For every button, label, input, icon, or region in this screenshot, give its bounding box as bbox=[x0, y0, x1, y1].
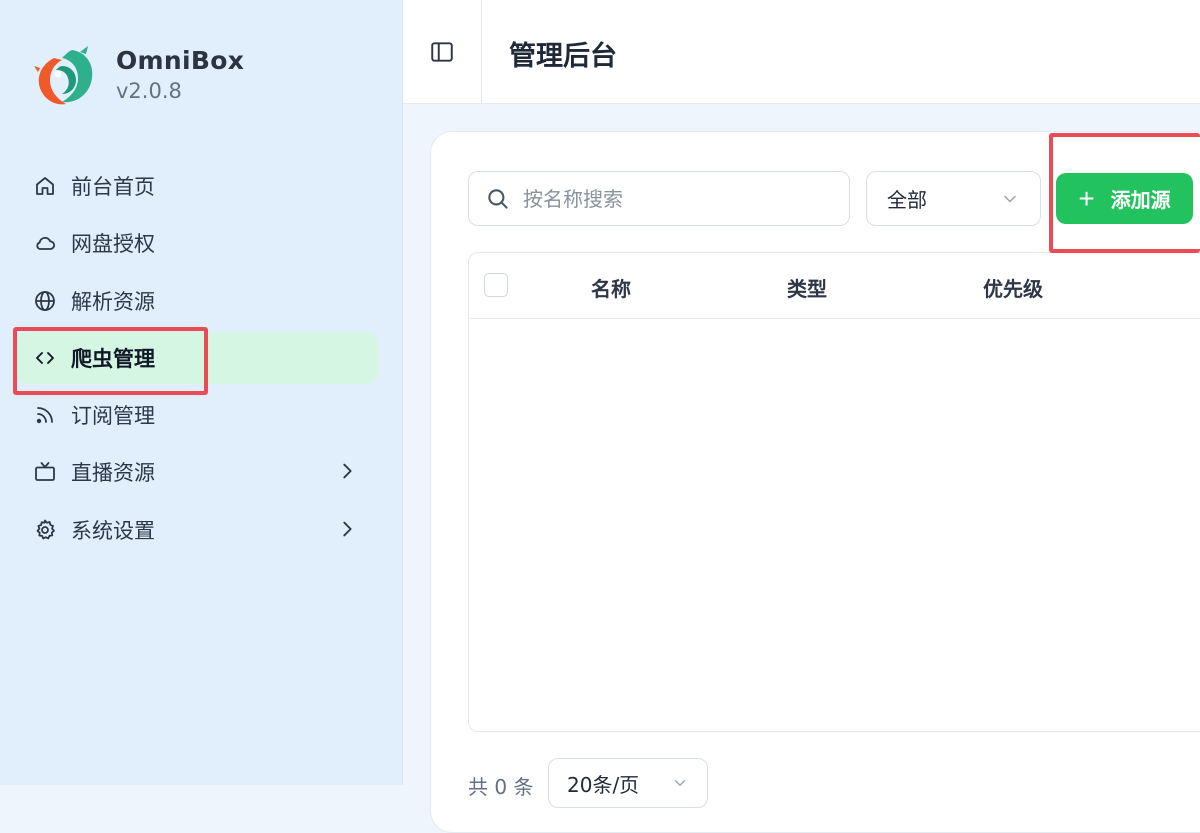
sidebar-item-label: 直播资源 bbox=[71, 461, 155, 486]
column-header-type[interactable]: 类型 bbox=[787, 273, 827, 302]
brand-version: v2.0.8 bbox=[116, 79, 182, 103]
add-source-button[interactable]: + 添加源 bbox=[1056, 173, 1193, 224]
page-size-select[interactable]: 20条/页 bbox=[548, 758, 708, 808]
sidebar-item-label: 订阅管理 bbox=[71, 404, 155, 429]
search-icon bbox=[488, 188, 508, 209]
chevron-right-icon bbox=[343, 464, 352, 479]
globe-icon bbox=[32, 288, 58, 314]
search-input[interactable] bbox=[521, 185, 825, 212]
total-count: 共 0 条 bbox=[468, 775, 534, 799]
sidebar-item-label: 前台首页 bbox=[71, 175, 155, 199]
cloud-icon bbox=[32, 230, 58, 256]
sources-table: 名称 类型 优先级 bbox=[468, 252, 1200, 732]
column-header-priority[interactable]: 优先级 bbox=[983, 273, 1043, 302]
brand-name: OmniBox bbox=[116, 46, 245, 75]
sidebar-item-cloud-auth[interactable]: 网盘授权 bbox=[16, 217, 378, 269]
brand[interactable]: OmniBox v2.0.8 bbox=[32, 44, 244, 110]
select-all-checkbox[interactable] bbox=[484, 273, 508, 297]
sidebar-item-crawler[interactable]: 爬虫管理 bbox=[16, 331, 378, 384]
sidebar-item-home[interactable]: 前台首页 bbox=[16, 160, 378, 212]
sidebar-item-label: 系统设置 bbox=[71, 518, 155, 543]
home-icon bbox=[32, 173, 58, 199]
top-header: 管理后台 bbox=[403, 0, 1200, 104]
sidebar-item-live-resources[interactable]: 直播资源 bbox=[16, 446, 378, 498]
page-title: 管理后台 bbox=[509, 41, 617, 72]
chevron-down-icon bbox=[1004, 195, 1016, 202]
sidebar-item-label: 网盘授权 bbox=[71, 232, 155, 257]
tv-icon bbox=[32, 459, 58, 485]
omnibox-logo-icon bbox=[34, 46, 93, 105]
sidebar-item-label: 爬虫管理 bbox=[71, 346, 155, 371]
code-icon bbox=[32, 345, 58, 371]
sidebar: OmniBox v2.0.8 前台首页 网盘授权 解析资源 爬虫管理 订阅管理 … bbox=[0, 0, 403, 785]
sidebar-toggle-icon bbox=[431, 41, 453, 62]
sidebar-item-subscriptions[interactable]: 订阅管理 bbox=[16, 389, 378, 441]
sidebar-item-label: 解析资源 bbox=[71, 289, 155, 314]
column-header-name[interactable]: 名称 bbox=[591, 273, 631, 302]
type-filter-value: 全部 bbox=[887, 188, 927, 212]
sidebar-nav: 前台首页 网盘授权 解析资源 爬虫管理 订阅管理 直播资源 系统设置 bbox=[16, 160, 378, 561]
rss-icon bbox=[32, 402, 58, 428]
sidebar-toggle-button[interactable] bbox=[403, 0, 482, 103]
type-filter-select[interactable]: 全部 bbox=[866, 171, 1041, 226]
sidebar-item-system-settings[interactable]: 系统设置 bbox=[16, 504, 378, 556]
search-box[interactable] bbox=[468, 171, 850, 226]
page-size-value: 20条/页 bbox=[567, 772, 640, 797]
chevron-right-icon bbox=[343, 521, 352, 537]
plus-icon: + bbox=[1078, 182, 1095, 214]
chevron-down-icon bbox=[674, 780, 686, 786]
table-header: 名称 类型 优先级 bbox=[469, 253, 1200, 319]
sidebar-item-parse-resources[interactable]: 解析资源 bbox=[16, 275, 378, 327]
gear-icon bbox=[32, 517, 58, 543]
add-source-label: 添加源 bbox=[1110, 190, 1171, 212]
